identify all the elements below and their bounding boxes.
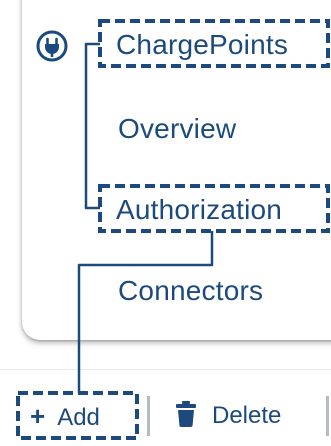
delete-button[interactable]: Delete [176, 401, 281, 431]
screenshot-stage: ChargePoints Overview Authorization Conn… [0, 0, 331, 446]
delete-label: Delete [212, 402, 282, 429]
nav-item-connectors[interactable]: Connectors [118, 274, 263, 308]
toolbar-separator [147, 396, 150, 436]
add-button[interactable]: + Add [30, 401, 100, 433]
nav-item-authorization[interactable]: Authorization [116, 193, 282, 227]
trash-icon [176, 401, 196, 427]
add-label: Add [57, 404, 100, 431]
plug-icon [36, 30, 68, 62]
toolbar-separator [326, 396, 329, 436]
nav-item-chargepoints[interactable]: ChargePoints [116, 28, 288, 62]
toolbar-divider [0, 369, 331, 370]
nav-item-overview[interactable]: Overview [118, 112, 236, 146]
plus-icon: + [30, 401, 46, 431]
